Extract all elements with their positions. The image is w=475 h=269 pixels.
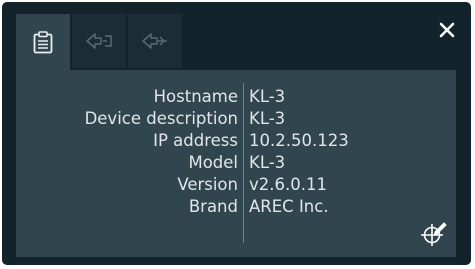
tab-network-out[interactable] <box>128 14 182 68</box>
info-label: Brand <box>188 197 238 216</box>
info-row-ip-address: IP address 10.2.50.123 <box>16 130 456 152</box>
info-panel: Hostname KL-3 Device description KL-3 IP… <box>16 70 456 257</box>
edit-button[interactable] <box>416 217 450 251</box>
info-value: KL-3 <box>249 153 286 172</box>
info-value: KL-3 <box>249 87 286 106</box>
device-info-icon <box>33 31 53 54</box>
info-row-version: Version v2.6.0.11 <box>16 174 456 196</box>
close-button[interactable] <box>433 16 461 44</box>
info-label: Model <box>188 153 238 172</box>
info-label: IP address <box>153 131 238 150</box>
crosshair-pen-icon <box>421 222 447 246</box>
info-value: 10.2.50.123 <box>249 131 349 150</box>
network-in-icon <box>86 33 112 49</box>
info-value: v2.6.0.11 <box>249 175 327 194</box>
info-label: Device description <box>84 109 238 128</box>
info-value: AREC Inc. <box>249 197 329 216</box>
device-info-dialog: Hostname KL-3 Device description KL-3 IP… <box>2 2 471 265</box>
tab-device-info[interactable] <box>16 14 70 70</box>
info-row-brand: Brand AREC Inc. <box>16 196 456 218</box>
info-row-model: Model KL-3 <box>16 152 456 174</box>
tab-network-in[interactable] <box>72 14 126 68</box>
tab-bar <box>16 14 182 70</box>
close-icon <box>439 22 455 38</box>
info-label: Version <box>177 175 238 194</box>
info-row-device-description: Device description KL-3 <box>16 108 456 130</box>
info-list: Hostname KL-3 Device description KL-3 IP… <box>16 86 456 218</box>
network-out-icon <box>142 33 167 49</box>
info-label: Hostname <box>153 87 238 106</box>
info-row-hostname: Hostname KL-3 <box>16 86 456 108</box>
info-value: KL-3 <box>249 109 286 128</box>
